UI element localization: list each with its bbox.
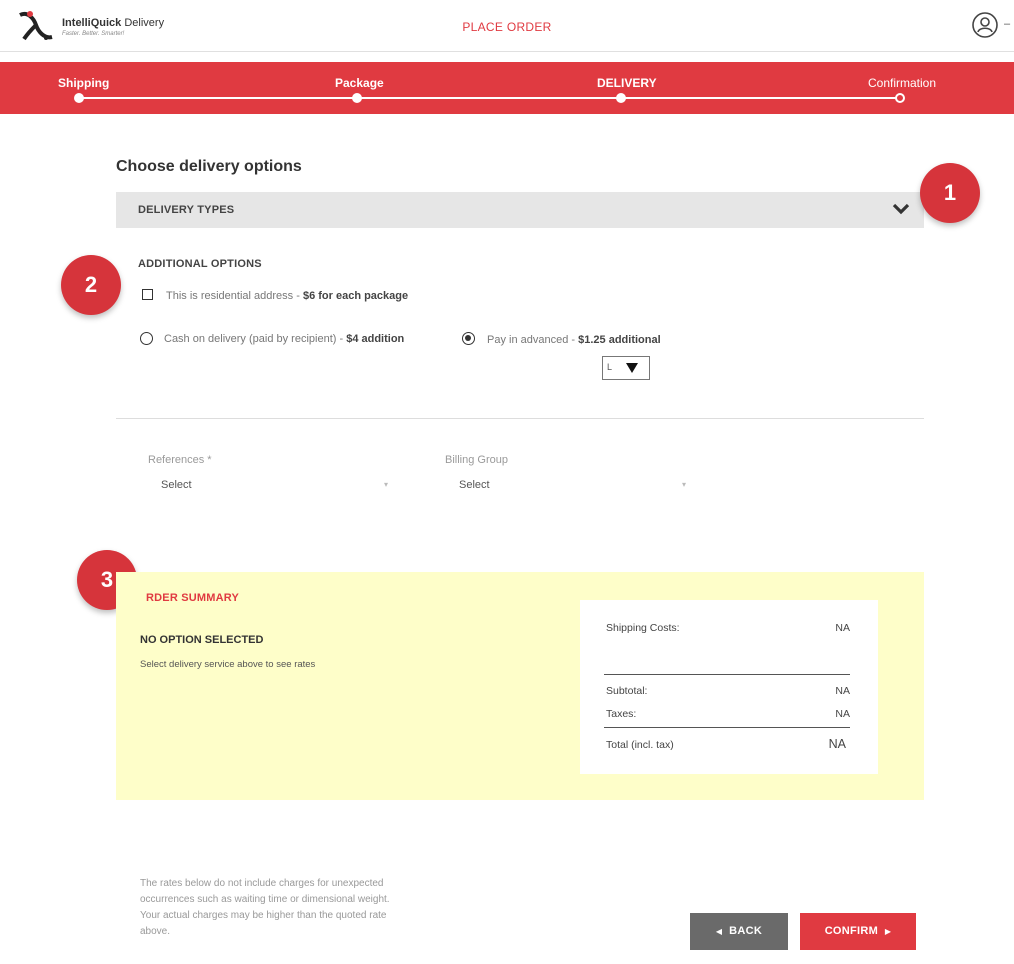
step-delivery[interactable]: DELIVERY [597, 76, 657, 90]
residential-address-checkbox[interactable] [142, 289, 153, 300]
delivery-types-label: DELIVERY TYPES [138, 204, 235, 216]
references-value: Select [161, 479, 192, 491]
taxes-value: NA [835, 708, 850, 720]
cash-on-delivery-radio[interactable] [140, 332, 153, 345]
billing-group-label: Billing Group [445, 454, 508, 466]
total-value: NA [828, 737, 846, 751]
user-menu-caret-icon[interactable]: – [1004, 18, 1010, 30]
references-select[interactable]: Select ▾ [148, 474, 398, 496]
residential-option-label: This is residential address - $6 for eac… [166, 290, 409, 302]
callout-badge-2: 2 [61, 255, 121, 315]
checkout-progress-bar: Shipping Package DELIVERY Confirmation [0, 62, 1014, 114]
taxes-label: Taxes: [606, 708, 637, 720]
confirm-button-label: CONFIRM [824, 925, 879, 937]
step-confirmation-dot [895, 93, 905, 103]
back-button[interactable]: ◀ BACK [690, 913, 788, 950]
step-package[interactable]: Package [335, 76, 384, 90]
shipping-costs-value: NA [835, 622, 850, 634]
no-option-heading: NO OPTION SELECTED [140, 634, 264, 646]
callout-badge-1: 1 [920, 163, 980, 223]
step-confirmation: Confirmation [868, 76, 937, 90]
cost-breakdown-box: Shipping Costs: NA Subtotal: NA Taxes: N… [580, 600, 878, 774]
order-summary-title: RDER SUMMARY [146, 592, 240, 604]
user-account-icon[interactable] [972, 12, 998, 38]
dropdown-triangle-icon [626, 363, 638, 373]
pay-in-advance-radio[interactable] [462, 332, 475, 345]
cost-divider [604, 674, 850, 675]
order-summary-panel: RDER SUMMARY NO OPTION SELECTED Select d… [116, 572, 924, 800]
pay-in-advance-label: Pay in advanced - $1.25 additional [487, 334, 661, 346]
page-title: PLACE ORDER [462, 20, 552, 34]
section-divider [116, 418, 924, 419]
chevron-down-icon[interactable] [892, 200, 910, 218]
progress-track [78, 97, 900, 99]
advance-option-select[interactable]: L [602, 356, 650, 380]
step-shipping-dot [74, 93, 84, 103]
total-label: Total (incl. tax) [606, 739, 674, 751]
references-label: References * [148, 454, 212, 466]
billing-group-chevron-icon: ▾ [682, 480, 687, 489]
delivery-types-accordion[interactable]: DELIVERY TYPES [116, 192, 924, 228]
back-button-label: BACK [729, 925, 763, 937]
step-delivery-dot [616, 93, 626, 103]
subtotal-label: Subtotal: [606, 685, 648, 697]
confirm-arrow-icon: ▶ [884, 927, 892, 936]
step-shipping[interactable]: Shipping [58, 76, 109, 90]
back-arrow-icon: ◀ [715, 927, 723, 936]
advance-option-value: L [607, 362, 613, 372]
section-title: Choose delivery options [116, 158, 302, 175]
billing-group-select[interactable]: Select ▾ [446, 474, 696, 496]
shipping-costs-label: Shipping Costs: [606, 622, 680, 634]
references-chevron-icon: ▾ [384, 480, 389, 489]
no-option-hint: Select delivery service above to see rat… [140, 659, 316, 670]
total-divider [604, 727, 850, 728]
cash-on-delivery-label: Cash on delivery (paid by recipient) - $… [164, 333, 405, 345]
confirm-button[interactable]: CONFIRM ▶ [800, 913, 916, 950]
step-package-dot [352, 93, 362, 103]
additional-options-title: ADDITIONAL OPTIONS [138, 258, 262, 270]
subtotal-value: NA [835, 685, 850, 697]
top-header: IntelliQuick Delivery Faster. Better. Sm… [0, 0, 1014, 52]
billing-group-value: Select [459, 479, 490, 491]
rates-disclaimer: The rates below do not include charges f… [140, 878, 390, 937]
